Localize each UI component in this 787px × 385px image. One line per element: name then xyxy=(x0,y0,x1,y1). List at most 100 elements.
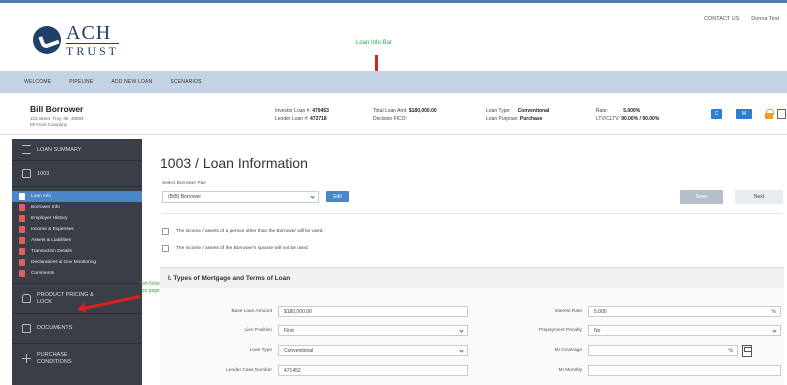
percent-sign: % xyxy=(771,309,776,315)
sidebar-item-label: Loan Info xyxy=(31,194,52,199)
borrower-pair-value: (B/B) Borrower xyxy=(168,194,202,200)
form-icon xyxy=(22,169,31,178)
divider xyxy=(162,213,782,214)
mi-monthly-input[interactable] xyxy=(588,365,781,376)
sidebar-purchase-conditions[interactable]: PURCHASE CONDITIONS xyxy=(12,343,142,373)
sidebar-purchase-conditions-label: PURCHASE CONDITIONS xyxy=(37,351,72,365)
nav-welcome[interactable]: WELCOME xyxy=(24,79,51,85)
main-content: 1003 / Loan Information Select Borrower … xyxy=(142,139,787,385)
other-income-label: The income / assets of a person other th… xyxy=(176,229,324,234)
interest-rate-label: Interest Rate xyxy=(554,309,582,314)
loan-type-value: Conventional xyxy=(517,108,550,114)
sidebar-item-label: Income & Expenses xyxy=(31,227,74,232)
lender-loan-value: 472718 xyxy=(310,116,327,122)
lien-position-label: Lien Position xyxy=(244,328,272,333)
sidebar-loan-summary[interactable]: LOAN SUMMARY xyxy=(12,139,142,161)
lien-position-select[interactable]: First xyxy=(278,325,468,336)
investor-loan-label: Investor Loan #: xyxy=(275,108,311,114)
sidebar-documents[interactable]: DOCUMENTS xyxy=(12,313,142,343)
chevron-down-icon xyxy=(459,348,464,353)
loan-purpose-value: Purchase xyxy=(519,116,543,122)
c-button[interactable]: C xyxy=(711,109,722,119)
base-loan-amount-input[interactable]: $180,000.00 xyxy=(278,306,468,317)
sidebar-item-comments[interactable]: Comments xyxy=(12,268,142,279)
chevron-down-icon xyxy=(772,328,777,333)
mi-coverage-label: MI Coverage xyxy=(554,348,582,353)
sidebar-1003[interactable]: 1003 xyxy=(12,161,142,187)
loan-number-fields: Investor Loan #: 479453 Lender Loan #: 4… xyxy=(275,107,329,123)
other-income-checkbox[interactable] xyxy=(162,228,169,235)
page-title: 1003 / Loan Information xyxy=(160,155,308,171)
sidebar-1003-label: 1003 xyxy=(37,170,50,177)
sidebar-item-label: Employer History xyxy=(31,216,68,221)
lock-outline-icon xyxy=(22,294,31,303)
sidebar-product-pricing-label: PRODUCT PRICING & LOCK xyxy=(37,291,94,305)
chevron-down-icon xyxy=(459,328,464,333)
page-icon xyxy=(19,215,25,222)
nav-add-new-loan[interactable]: ADD NEW LOAN xyxy=(111,79,152,85)
m-button[interactable]: M xyxy=(736,109,752,119)
borrower-pair-label: Select Borrower Pair xyxy=(162,181,206,186)
prepayment-penalty-value: No xyxy=(594,327,601,334)
user-name-link[interactable]: Donna Test xyxy=(751,16,779,22)
ltv-label: LTV/CLTV: xyxy=(596,116,620,122)
calculator-icon[interactable] xyxy=(742,345,752,357)
sidebar-item-transaction-details[interactable]: Transaction Details xyxy=(12,246,142,257)
interest-rate-input[interactable]: 5.000 % xyxy=(588,306,781,317)
total-loan-amt-value: $180,000.00 xyxy=(408,108,437,114)
ltv-value: 90.00% / 90.00% xyxy=(621,116,660,122)
amount-fields: Total Loan Amt: $180,000.00 Decision FIC… xyxy=(373,107,437,123)
loan-type-field-value: Conventional xyxy=(284,347,314,354)
percent-sign: % xyxy=(728,348,733,354)
page-icon xyxy=(19,270,25,277)
prepayment-penalty-select[interactable]: No xyxy=(588,325,781,336)
edit-button[interactable]: Edit xyxy=(326,191,349,202)
loan-info-bar: Bill Borrower 123 street, Troy, MI, 4808… xyxy=(0,98,787,135)
chevron-down-icon xyxy=(310,194,315,199)
next-button[interactable]: Next xyxy=(735,190,783,204)
borrower-name: Bill Borrower xyxy=(30,104,84,114)
mi-monthly-label: MI Monthly xyxy=(558,368,582,373)
loan-purpose-label: Loan Purpose: xyxy=(486,116,519,122)
interest-rate-value: 5.000 xyxy=(594,308,607,315)
save-button[interactable]: Save xyxy=(680,190,723,204)
sidebar-item-label: Borrower Info xyxy=(31,205,60,210)
nav-pipeline[interactable]: PIPELINE xyxy=(69,79,93,85)
nav-scenarios[interactable]: SCENARIOS xyxy=(170,79,201,85)
loan-type-label: Loan Type: xyxy=(486,108,511,114)
total-loan-amt-label: Total Loan Amt: xyxy=(373,108,408,114)
lender-case-number-input[interactable]: 471452 xyxy=(278,365,468,376)
logo-line2: TRUST xyxy=(66,43,120,58)
contact-us-link[interactable]: CONTACT US xyxy=(704,16,739,22)
logo-badge-icon xyxy=(33,26,61,54)
lender-case-number-label: Lender Case Number xyxy=(226,368,272,373)
page-icon xyxy=(19,204,25,211)
base-loan-amount-label: Base Loan Amount xyxy=(231,309,272,314)
lock-icon[interactable] xyxy=(765,109,774,119)
sidebar-item-label: Declarations & Gov Monitoring xyxy=(31,260,97,265)
sidebar-item-declarations[interactable]: Declarations & Gov Monitoring xyxy=(12,257,142,268)
page-icon xyxy=(19,248,25,255)
logo-line1: ACH xyxy=(66,22,112,44)
borrower-pair-select[interactable]: (B/B) Borrower xyxy=(162,191,319,203)
mi-coverage-input[interactable]: % xyxy=(588,345,738,356)
plus-icon xyxy=(22,354,31,363)
sidebar-item-assets-liabilities[interactable]: Assets & Liabilities xyxy=(12,235,142,246)
sidebar-item-loan-info[interactable]: Loan Info xyxy=(12,191,142,202)
print-icon[interactable] xyxy=(777,109,786,119)
sidebar-loan-summary-label: LOAN SUMMARY xyxy=(37,146,82,153)
investor-loan-value: 479453 xyxy=(312,108,329,114)
sidebar-item-income-expenses[interactable]: Income & Expenses xyxy=(12,224,142,235)
page-icon xyxy=(19,259,25,266)
sidebar-item-borrower-info[interactable]: Borrower Info xyxy=(12,202,142,213)
loan-type-select[interactable]: Conventional xyxy=(278,345,468,356)
app-header: ACH TRUST CONTACT US Donna Test xyxy=(0,3,787,65)
ach-trust-logo[interactable]: ACH TRUST xyxy=(33,22,120,58)
prepayment-penalty-label: Prepayment Penalty xyxy=(538,328,582,333)
sidebar-item-employer-history[interactable]: Employer History xyxy=(12,213,142,224)
sidebar-item-label: Transaction Details xyxy=(31,249,72,254)
sidebar-item-label: Comments xyxy=(31,271,55,276)
decision-fico-label: Decision FICO: xyxy=(373,116,407,122)
loan-type-fields: Loan Type: Conventional Loan Purpose: Pu… xyxy=(486,107,549,123)
spouse-income-checkbox[interactable] xyxy=(162,245,169,252)
